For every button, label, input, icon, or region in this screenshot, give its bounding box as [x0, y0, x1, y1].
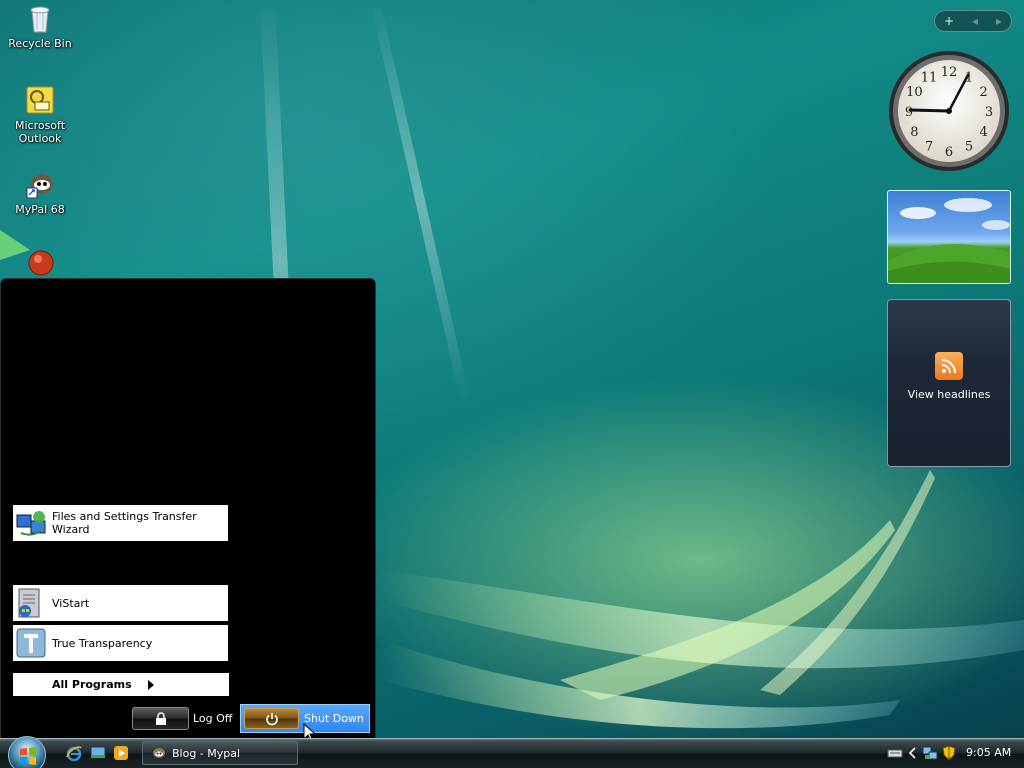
clock-numeral: 10 — [906, 85, 923, 100]
all-programs-button[interactable]: All Programs — [13, 673, 229, 696]
all-programs-label: All Programs — [52, 678, 132, 691]
arrow-right-icon — [147, 679, 154, 690]
power-button[interactable] — [244, 708, 299, 729]
clock-numeral: 3 — [985, 105, 993, 120]
start-menu-item-true-transparency[interactable]: True Transparency — [13, 625, 228, 661]
clock-numeral: 5 — [965, 140, 973, 155]
outlook-icon — [24, 84, 56, 116]
clock-numeral: 9 — [905, 105, 913, 120]
feed-headlines-gadget[interactable]: View headlines — [887, 299, 1011, 467]
clock-numeral: 6 — [945, 145, 953, 160]
chevron-left-icon[interactable] — [905, 745, 921, 761]
windows-logo-icon — [20, 747, 36, 765]
clock-face-icon: 12 1234567891011 — [889, 51, 1009, 171]
network-icon[interactable] — [922, 745, 938, 761]
clock-numeral: 11 — [921, 70, 938, 85]
clock-numeral: 2 — [979, 85, 987, 100]
start-menu-item-vistart[interactable]: ViStart — [13, 585, 228, 621]
clock-numeral: 8 — [910, 125, 918, 140]
start-menu-item-transfer-wizard[interactable]: Files and Settings Transfer Wizard — [13, 505, 228, 541]
start-button[interactable] — [8, 736, 46, 768]
show-desktop-icon[interactable] — [90, 745, 106, 761]
clock-numeral: 12 — [941, 65, 958, 80]
power-icon — [265, 712, 278, 725]
view-headlines-link[interactable]: View headlines — [888, 388, 1010, 401]
start-menu-item-label: True Transparency — [52, 636, 153, 650]
recycle-bin-icon — [24, 2, 56, 34]
transfer-wizard-icon — [15, 507, 47, 539]
taskbar-button-mypal[interactable]: Blog - Mypal — [142, 741, 298, 765]
rss-icon — [935, 352, 963, 380]
next-gadget-page-button[interactable]: ▸ — [996, 14, 1002, 28]
security-shield-icon[interactable] — [941, 745, 957, 761]
log-off-button[interactable]: Log Off — [193, 712, 232, 725]
desktop-icon-mypal[interactable]: MyPal 68 — [1, 168, 79, 216]
desktop-icon-label: MyPal 68 — [15, 203, 65, 216]
start-menu-item-label: Files and Settings Transfer Wizard — [52, 510, 197, 536]
internet-explorer-icon[interactable] — [66, 745, 82, 762]
clock-numeral: 7 — [925, 140, 933, 155]
slideshow-gadget[interactable] — [887, 190, 1011, 284]
lock-button[interactable] — [132, 707, 189, 730]
vistart-icon — [15, 587, 47, 619]
bliss-photo — [888, 198, 1010, 283]
desktop-icon-recycle-bin[interactable]: Recycle Bin — [1, 2, 79, 50]
taskbar-button-label: Blog - Mypal — [172, 746, 241, 760]
media-player-icon[interactable] — [113, 745, 129, 761]
sidebar-gadget-controls: + ◂ ▸ — [934, 10, 1012, 32]
lock-icon — [155, 711, 166, 725]
mypal-icon — [150, 745, 166, 761]
true-transparency-icon — [15, 627, 47, 659]
mypal-icon — [24, 168, 56, 200]
taskbar-clock[interactable]: 9:05 AM — [966, 746, 1011, 759]
desktop-icon-label: Microsoft Outlook — [14, 119, 66, 145]
clock-numeral: 4 — [979, 125, 987, 140]
red-orb-app-icon — [24, 248, 56, 280]
keyboard-language-icon[interactable] — [887, 745, 903, 761]
add-gadget-button[interactable]: + — [944, 14, 954, 28]
desktop-icon-label: Recycle Bin — [8, 37, 72, 50]
previous-gadget-page-button[interactable]: ◂ — [972, 14, 978, 28]
start-menu-item-label: ViStart — [52, 596, 90, 610]
clock-gadget[interactable]: 12 1 2 3 4 5 6 7 8 9 10 11 — [886, 48, 1012, 174]
desktop-icon-microsoft-outlook[interactable]: Microsoft Outlook — [1, 84, 79, 145]
